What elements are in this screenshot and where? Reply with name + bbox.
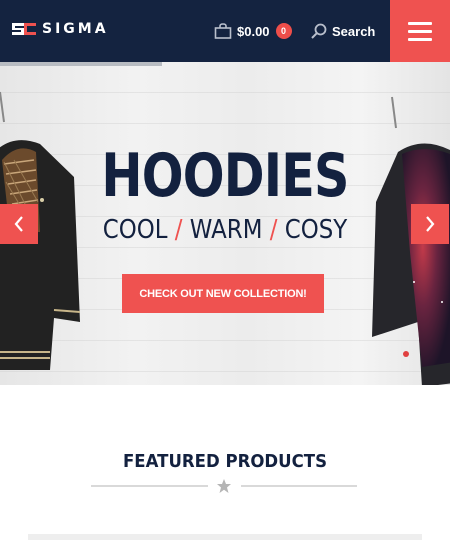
hero-slider: HOODIES COOL / WARM / COSY CHECK OUT NEW… [0, 62, 450, 385]
cart-count-badge: 0 [275, 23, 292, 39]
logo-mark-icon [12, 23, 36, 35]
subtitle-separator: / [174, 215, 183, 245]
brand-name: SIGMA [42, 21, 109, 37]
hamburger-icon [408, 21, 432, 25]
subtitle-word: WARM [189, 215, 263, 245]
divider-right [241, 485, 357, 487]
check-out-collection-button[interactable]: CHECK OUT NEW COLLECTION! [122, 274, 324, 313]
subtitle-word: COOL [102, 215, 168, 245]
cart-button[interactable]: $0.00 0 [214, 20, 292, 42]
slider-prev-button[interactable] [0, 204, 38, 244]
site-header: SIGMA $0.00 0 Search [0, 0, 450, 62]
subtitle-word: COSY [284, 215, 348, 245]
search-label: Search [332, 23, 376, 39]
featured-products-heading: FEATURED PRODUCTS [122, 451, 328, 472]
subtitle-separator: / [269, 215, 278, 245]
slider-next-button[interactable] [411, 204, 449, 244]
hero-subtitle: COOL / WARM / COSY [27, 215, 423, 245]
magnifier-icon [311, 23, 327, 39]
menu-button[interactable] [390, 0, 450, 62]
page: SIGMA $0.00 0 Search HOODIES COOL / WARM… [0, 0, 450, 540]
hero-title: HOODIES [101, 141, 349, 211]
divider-left [91, 485, 208, 487]
site-logo[interactable]: SIGMA [10, 17, 109, 41]
chevron-right-icon [426, 216, 435, 232]
chevron-left-icon [14, 216, 23, 232]
cart-total: $0.00 [237, 23, 270, 39]
search-button[interactable]: Search [310, 20, 375, 42]
shopping-bag-icon [214, 23, 232, 39]
star-icon [217, 479, 231, 493]
slide-progress-bar [0, 62, 162, 66]
product-card-top [28, 534, 422, 540]
